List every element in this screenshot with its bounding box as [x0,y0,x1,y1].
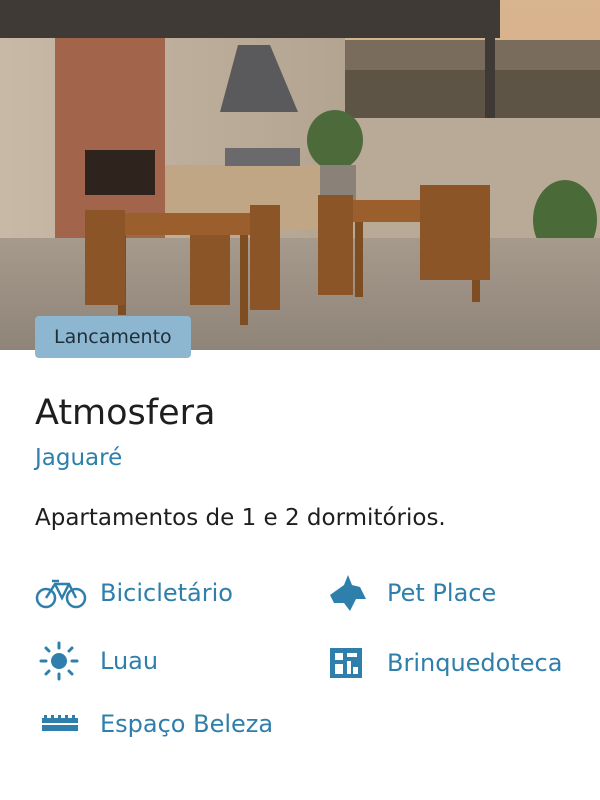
amenity-pet-place: Pet Place [322,573,496,613]
playroom-icon [322,643,374,683]
development-description: Apartamentos de 1 e 2 dormitórios. [35,505,446,531]
amenity-luau: Luau [35,641,158,681]
launch-badge: Lancamento [35,316,191,358]
amenity-label: Espaço Beleza [100,710,274,738]
hero-image [0,0,600,350]
amenity-bicicletario: Bicicletário [35,573,233,613]
development-card[interactable]: Lancamento Atmosfera Jaguaré Apartamento… [0,0,600,800]
location-label: Jaguaré [35,445,123,471]
development-title[interactable]: Atmosfera [35,390,216,436]
dog-icon [322,573,374,613]
amenity-label: Luau [100,647,159,675]
salon-icon [35,704,87,744]
bicycle-icon [35,573,87,613]
amenity-brinquedoteca: Brinquedoteca [322,643,562,683]
sun-icon [35,641,87,681]
amenity-label: Bicicletário [100,579,233,607]
amenity-espaco-beleza: Espaço Beleza [35,704,273,744]
amenity-label: Pet Place [387,579,497,607]
amenity-label: Brinquedoteca [387,649,563,677]
